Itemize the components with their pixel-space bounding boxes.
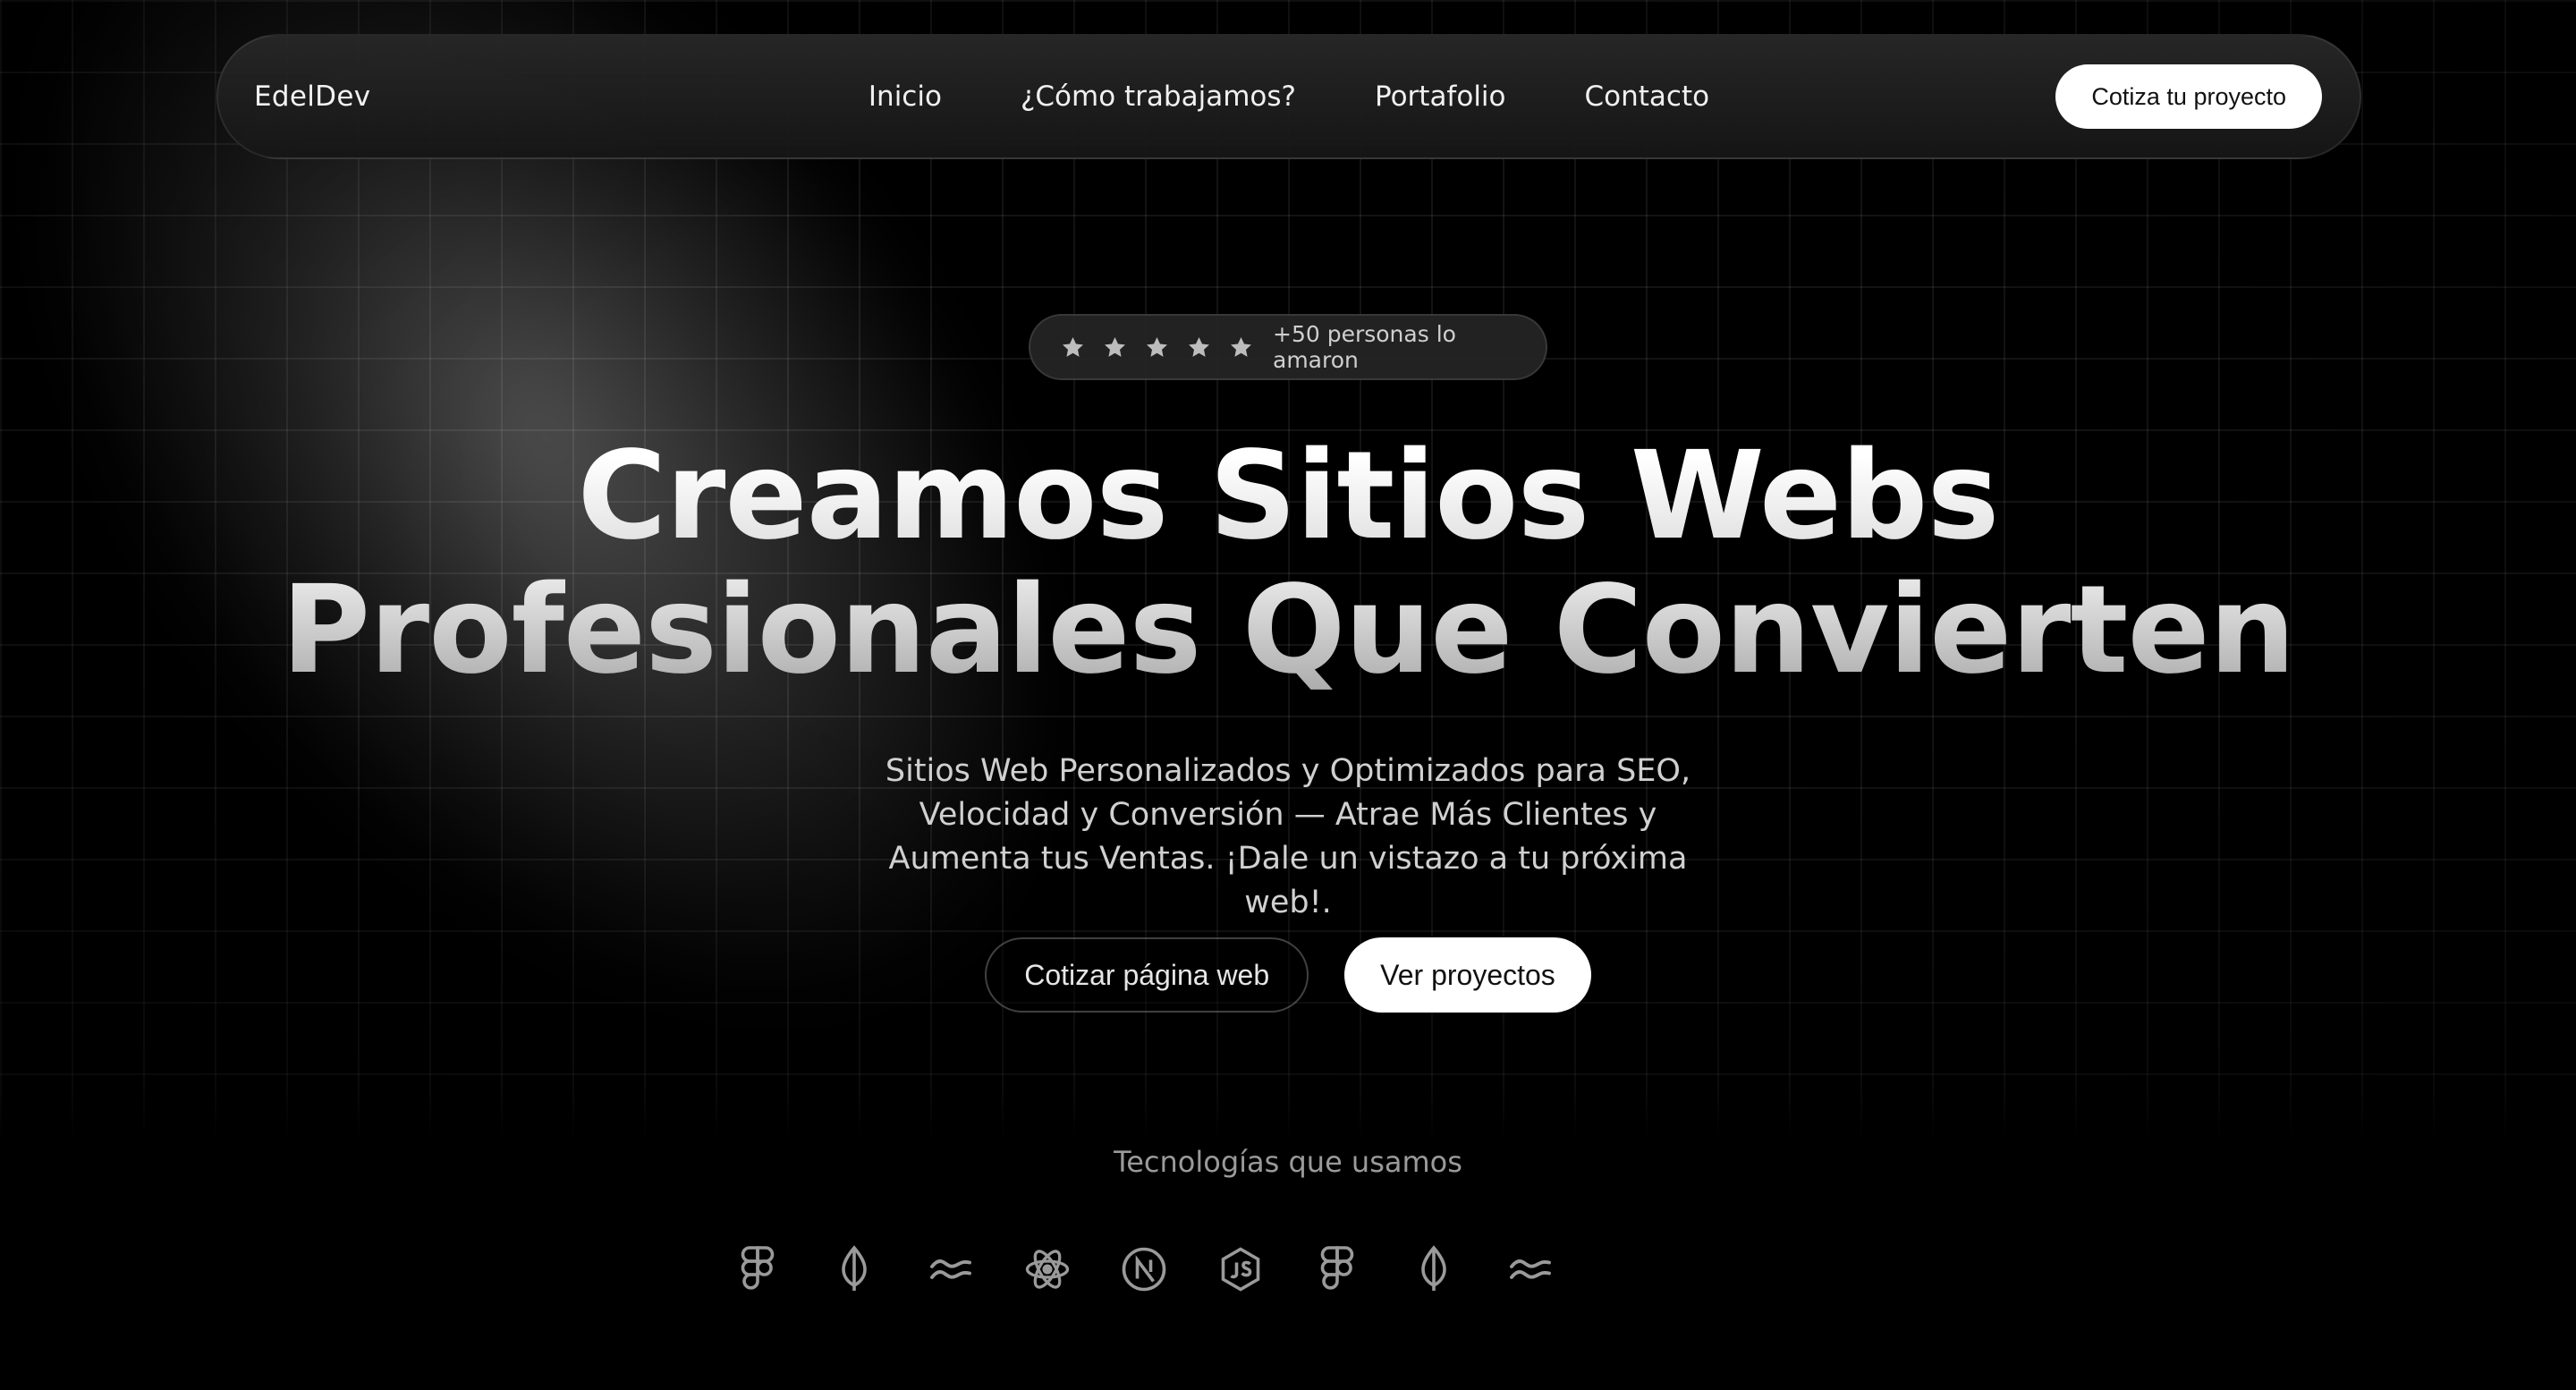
rating-stars	[1061, 335, 1253, 360]
headline-line-2: Profesionales Que Convierten	[0, 564, 2576, 698]
tailwind-icon	[925, 1243, 977, 1295]
headline-line-1: Creamos Sitios Webs	[0, 429, 2576, 564]
star-icon	[1063, 336, 1083, 357]
mongodb-icon	[1408, 1243, 1460, 1295]
view-projects-button[interactable]: Ver proyectos	[1344, 937, 1591, 1013]
technologies-carousel	[732, 1242, 1556, 1297]
nav-link-contacto[interactable]: Contacto	[1585, 81, 1710, 113]
figma-icon	[732, 1243, 784, 1295]
rating-badge: +50 personas lo amaron	[1029, 314, 1547, 380]
tailwind-icon	[1504, 1243, 1556, 1295]
technologies-title: Tecnologías que usamos	[1114, 1145, 1462, 1179]
react-icon	[1021, 1243, 1073, 1295]
star-icon	[1189, 336, 1209, 357]
star-icon	[1147, 336, 1167, 357]
subtitle-line-1: Sitios Web Personalizados y Optimizados …	[885, 753, 1691, 789]
quote-project-button[interactable]: Cotiza tu proyecto	[2055, 64, 2322, 129]
star-icon	[1231, 336, 1251, 357]
quote-website-button[interactable]: Cotizar página web	[985, 937, 1309, 1013]
navbar: EdelDev Inicio ¿Cómo trabajamos? Portafo…	[216, 34, 2361, 159]
star-icon	[1105, 336, 1125, 357]
subtitle-line-2: Velocidad y Conversión — Atrae Más Clien…	[919, 797, 1657, 833]
cta-row: Cotizar página web Ver proyectos	[0, 937, 2576, 1013]
rating-text: +50 personas lo amaron	[1273, 321, 1456, 373]
nav-link-portafolio[interactable]: Portafolio	[1375, 81, 1506, 113]
nav-link-como-trabajamos[interactable]: ¿Cómo trabajamos?	[1021, 81, 1296, 113]
nodejs-icon	[1215, 1243, 1267, 1295]
figma-icon	[1311, 1243, 1363, 1295]
nextjs-icon	[1118, 1243, 1170, 1295]
subtitle-line-3: Aumenta tus Ventas. ¡Dale un vistazo a t…	[888, 841, 1688, 920]
nav-links: Inicio ¿Cómo trabajamos? Portafolio Cont…	[218, 81, 2360, 113]
mongodb-icon	[828, 1243, 880, 1295]
hero-headline: Creamos Sitios Webs Profesionales Que Co…	[0, 429, 2576, 698]
nav-link-inicio[interactable]: Inicio	[869, 81, 942, 113]
hero-subtitle: Sitios Web Personalizados y Optimizados …	[841, 750, 1735, 925]
